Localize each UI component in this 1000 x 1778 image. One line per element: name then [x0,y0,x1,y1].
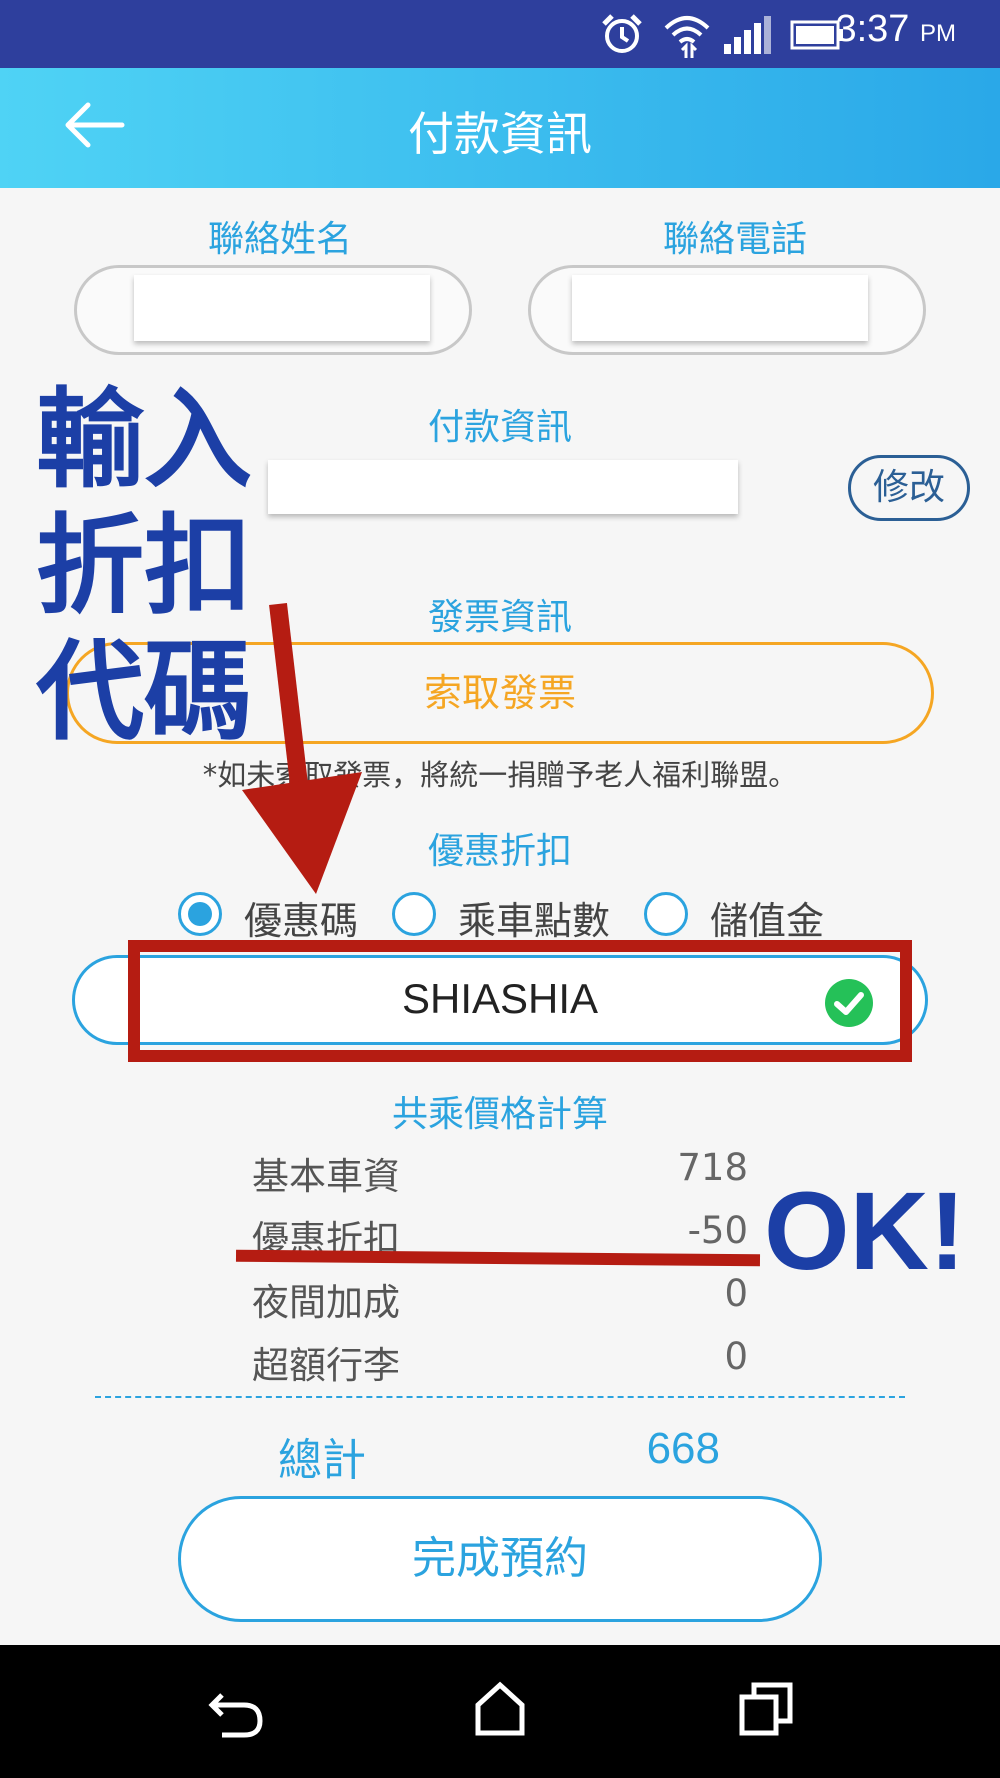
dashed-divider [95,1396,905,1398]
edit-payment-button[interactable]: 修改 [848,455,970,521]
clock: 3:37 PM [835,8,956,50]
annotation-line: 折扣 [36,504,253,629]
price-row-label: 超額行李 [252,1344,400,1387]
wifi-icon [664,16,710,58]
radio-stored-value[interactable] [644,892,688,936]
price-row-value: -50 [687,1209,748,1252]
status-bar: 3:37 PM [0,0,1000,68]
annotation-line: 輸入 [36,378,253,503]
price-row-label: 夜間加成 [252,1281,400,1324]
signal-icon [724,16,771,54]
price-row-value: 0 [724,1335,748,1378]
radio-label-stored-value: 儲值金 [710,899,825,943]
radio-ride-points[interactable] [392,892,436,936]
underline-annotation [235,1249,761,1267]
radio-coupon-code[interactable] [178,892,222,936]
contact-phone-label: 聯絡電話 [662,219,807,260]
price-title: 共乘價格計算 [391,1094,608,1135]
invoice-note: *如未索取發票，將統一捐贈予老人福利聯盟。 [202,758,798,792]
price-row-value: 718 [677,1146,748,1189]
annotation-arrow [242,602,362,894]
total-label: 總計 [278,1435,366,1486]
page-title: 付款資訊 [408,107,592,161]
price-row-value: 0 [724,1272,748,1315]
back-nav-icon[interactable] [208,1685,264,1739]
annotation-instruction: 輸入 折扣 代碼 [36,378,252,756]
annotation-line: 代碼 [36,630,253,755]
payment-redacted-box [268,460,738,514]
alarm-icon [602,14,642,53]
payment-label: 付款資訊 [427,407,572,448]
highlight-box [128,940,912,1062]
contact-name-label: 聯絡姓名 [207,219,352,260]
annotation-ok: OK! [764,1170,966,1293]
home-nav-icon[interactable] [474,1681,526,1737]
radio-label-ride-points: 乘車點數 [458,899,611,943]
total-value: 668 [646,1424,720,1473]
app-bar: 付款資訊 [0,68,1000,188]
name-redacted-box [134,275,430,341]
phone-redacted-box [572,275,868,341]
price-row-label: 基本車資 [252,1155,400,1198]
navigation-bar [0,1645,1000,1778]
complete-booking-button[interactable]: 完成預約 [178,1496,822,1622]
recent-apps-icon[interactable] [738,1681,794,1737]
